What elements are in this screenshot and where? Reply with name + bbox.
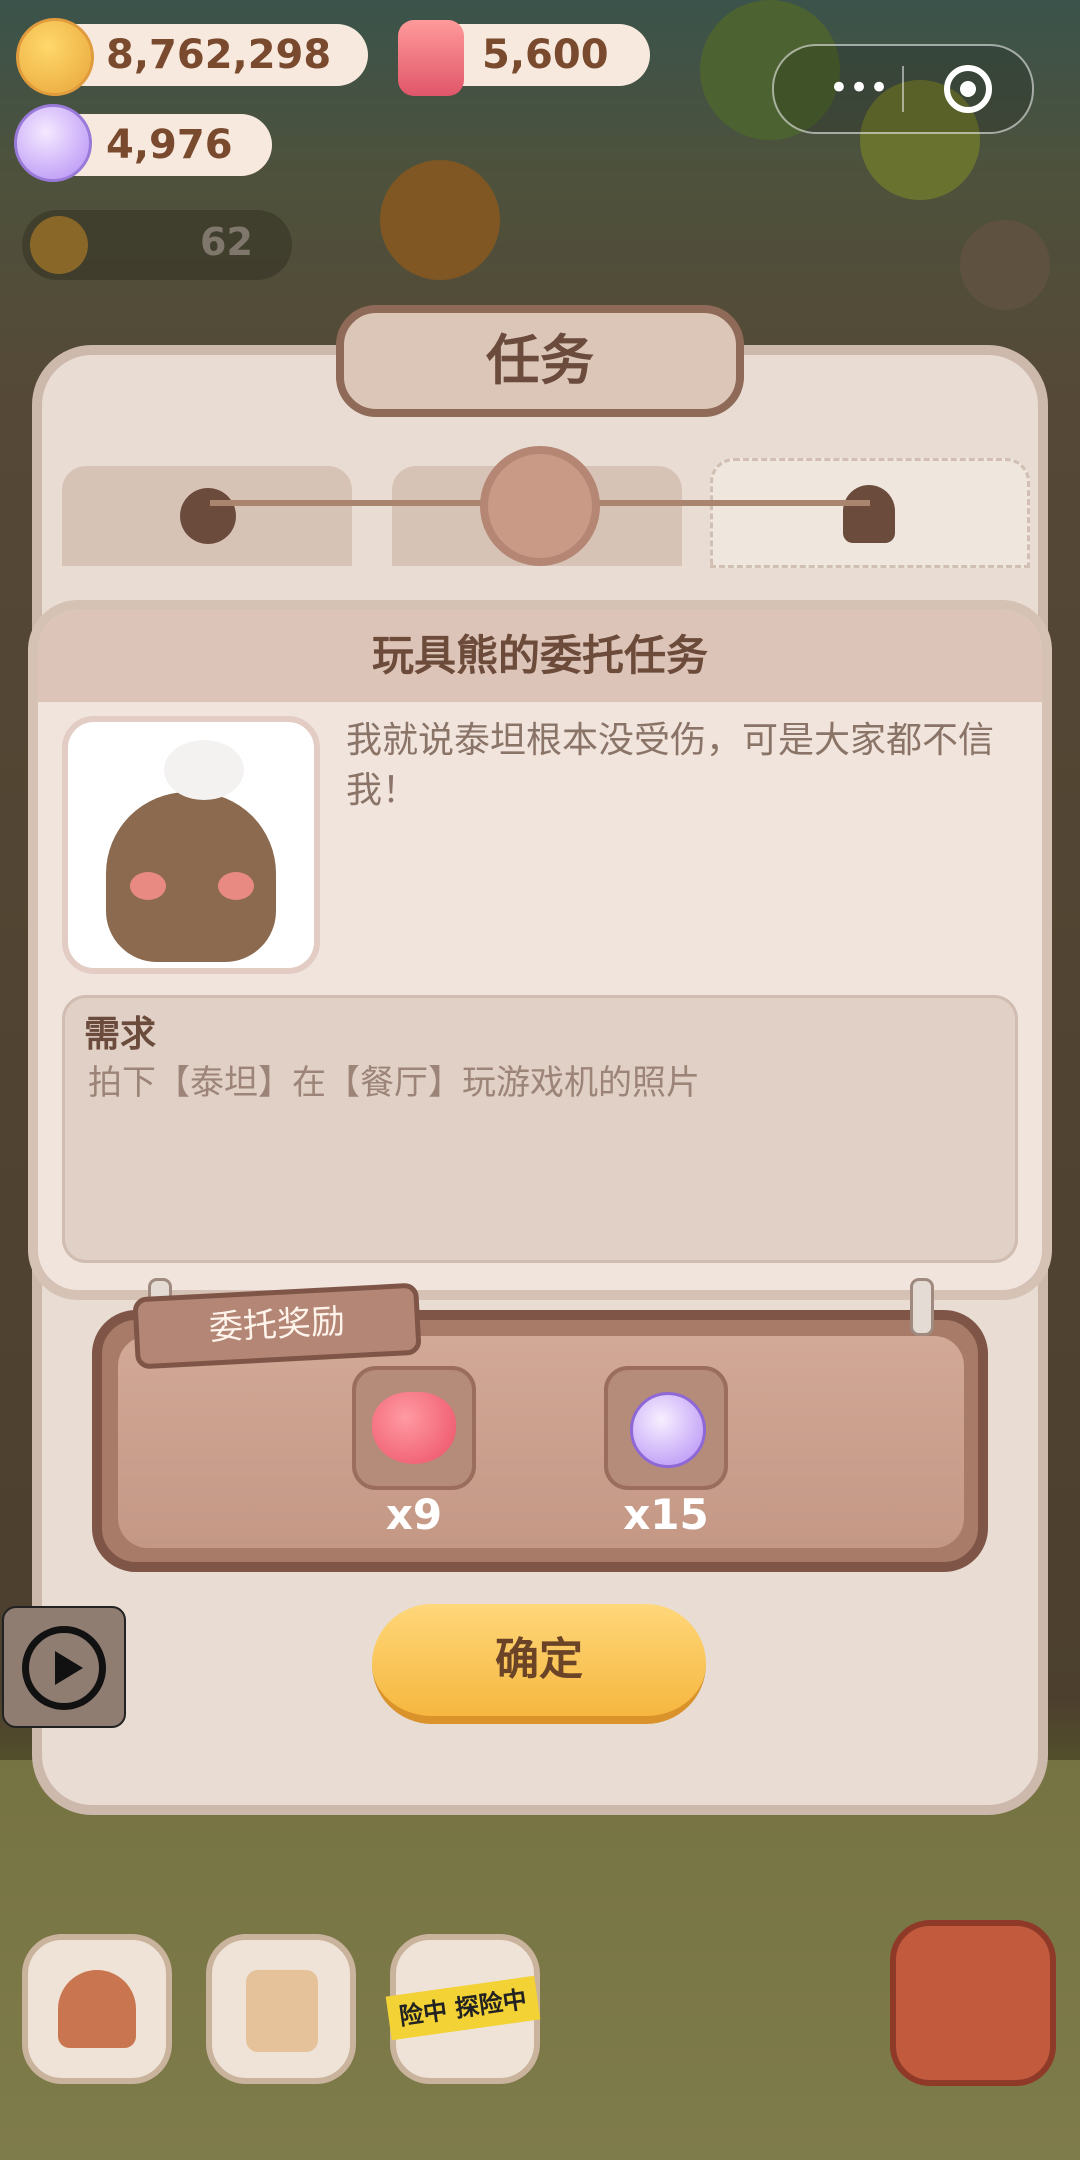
explore-tape: 险中 探险中 [385, 1975, 541, 2041]
reward-slot [604, 1366, 728, 1490]
reward-count: x15 [623, 1490, 709, 1539]
coin-icon [16, 18, 94, 96]
bear-hair [164, 740, 244, 800]
dialog-title: 玩具熊的委托任务 [371, 631, 708, 680]
gem-value: 5,600 [482, 32, 609, 78]
house-nav-button[interactable] [22, 1934, 172, 2084]
capsule-divider [902, 66, 904, 112]
video-button[interactable] [2, 1606, 126, 1728]
reward-count: x9 [385, 1490, 443, 1539]
panel-title: 任务 [336, 305, 744, 417]
confirm-button[interactable]: 确定 [372, 1604, 706, 1724]
candy-icon [14, 104, 92, 182]
jelly-icon [398, 20, 464, 96]
requirement-text: 拍下【泰坦】在【餐厅】玩游戏机的照片 [88, 1063, 700, 1103]
bear-cheek [130, 872, 166, 900]
close-dot-icon [960, 81, 976, 97]
play-triangle [55, 1651, 83, 1685]
hanging-knob [480, 446, 600, 566]
reward-slot [352, 1366, 476, 1490]
bear-cheek [218, 872, 254, 900]
play-icon [22, 1626, 106, 1710]
requirement-box [62, 995, 1018, 1263]
circus-nav-button[interactable] [890, 1920, 1056, 2086]
heart-icon [372, 1392, 456, 1464]
reward-label: 委托奖励 [132, 1282, 422, 1370]
dialog-header: 玩具熊的委托任务 [38, 610, 1042, 702]
reward-board-inner [118, 1336, 964, 1548]
close-button[interactable] [944, 65, 992, 113]
mushroom-house-icon [58, 1970, 136, 2048]
board-pin [910, 1278, 934, 1336]
coin-value: 8,762,298 [106, 32, 332, 78]
npc-speech: 我就说泰坦根本没受伤，可是大家都不信我！ [346, 720, 995, 811]
more-button[interactable]: ••• [804, 60, 914, 116]
explore-nav-button[interactable]: 险中 探险中 [385, 1934, 541, 2084]
candy-icon [630, 1392, 706, 1468]
diary-nav-button[interactable] [206, 1934, 356, 2084]
coin-counter: 8,762,298 [46, 24, 368, 86]
miniprogram-capsule: ••• [772, 44, 1034, 134]
teddy-bear-portrait [62, 716, 320, 974]
candy-value: 4,976 [106, 122, 233, 168]
notebook-icon [246, 1970, 318, 2052]
requirement-label: 需求 [84, 1014, 157, 1055]
